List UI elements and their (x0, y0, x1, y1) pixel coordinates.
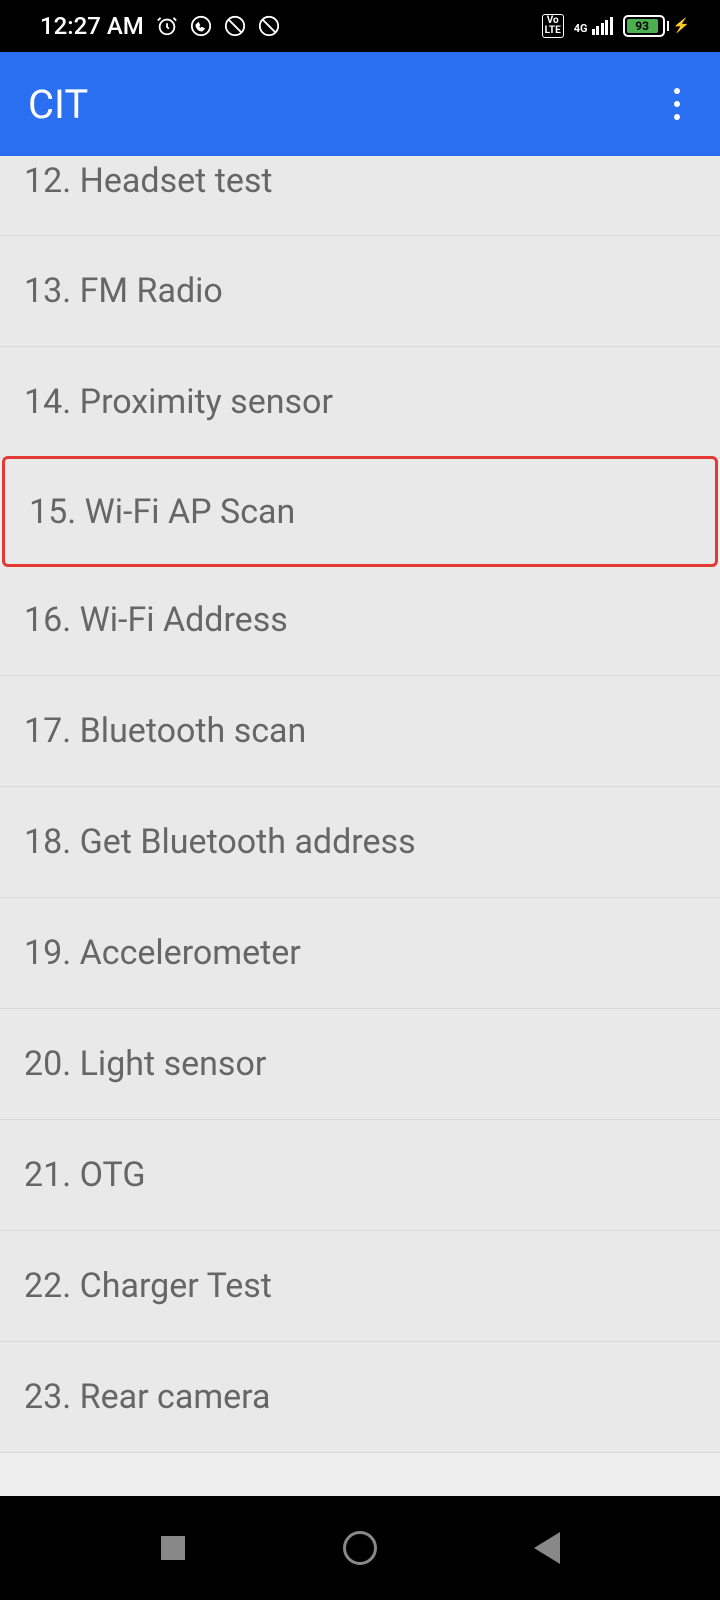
list-item[interactable]: 21. OTG (0, 1120, 720, 1231)
alarm-icon (156, 15, 178, 37)
list-item-label: 22. Charger Test (24, 1266, 272, 1306)
navigation-bar (0, 1496, 720, 1600)
list-item[interactable]: 20. Light sensor (0, 1009, 720, 1120)
dnd-icon (224, 15, 246, 37)
list-item[interactable]: 14. Proximity sensor (0, 347, 720, 458)
test-list[interactable]: 12. Headset test 13. FM Radio 14. Proximit… (0, 156, 720, 1496)
signal-icon: 4G (574, 17, 613, 35)
battery-icon: 93 ⚡ (623, 15, 690, 37)
list-item-label: 13. FM Radio (24, 271, 223, 311)
status-left: 12:27 AM (40, 12, 280, 40)
network-type: 4G (574, 22, 588, 35)
list-item-label: 19. Accelerometer (24, 933, 301, 973)
recent-apps-button[interactable] (143, 1518, 203, 1578)
list-item[interactable]: 22. Charger Test (0, 1231, 720, 1342)
list-item[interactable]: 17. Bluetooth scan (0, 676, 720, 787)
list-item[interactable]: 19. Accelerometer (0, 898, 720, 1009)
list-item[interactable]: 18. Get Bluetooth address (0, 787, 720, 898)
list-item-label: 23. Rear camera (24, 1377, 271, 1417)
list-item[interactable]: 23. Rear camera (0, 1342, 720, 1453)
status-right: VoLTE 4G 93 ⚡ (542, 14, 690, 38)
list-item-label: 21. OTG (24, 1155, 146, 1195)
list-item-label: 14. Proximity sensor (24, 382, 333, 422)
list-item-label: 17. Bluetooth scan (24, 711, 306, 751)
list-item-label: 15. Wi-Fi AP Scan (29, 492, 295, 532)
whatsapp-icon (190, 15, 212, 37)
volte-icon: VoLTE (542, 14, 564, 38)
app-title: CIT (28, 81, 88, 128)
list-item-label: 20. Light sensor (24, 1044, 266, 1084)
status-bar: 12:27 AM VoLTE 4G 93 (0, 0, 720, 52)
battery-percent: 93 (627, 19, 658, 33)
home-button[interactable] (330, 1518, 390, 1578)
list-item[interactable]: 16. Wi-Fi Address (0, 565, 720, 676)
back-button[interactable] (517, 1518, 577, 1578)
list-item[interactable]: 15. Wi-Fi AP Scan (2, 456, 718, 567)
list-item[interactable]: 12. Headset test (0, 156, 720, 236)
dnd-icon-2 (258, 15, 280, 37)
charging-icon: ⚡ (673, 18, 690, 34)
list-item-label: 12. Headset test (24, 161, 273, 201)
list-item-label: 18. Get Bluetooth address (24, 822, 416, 862)
list-item-label: 16. Wi-Fi Address (24, 600, 288, 640)
status-time: 12:27 AM (40, 12, 144, 40)
list-item[interactable]: 13. FM Radio (0, 236, 720, 347)
app-bar: CIT (0, 52, 720, 156)
more-options-button[interactable] (664, 78, 690, 130)
